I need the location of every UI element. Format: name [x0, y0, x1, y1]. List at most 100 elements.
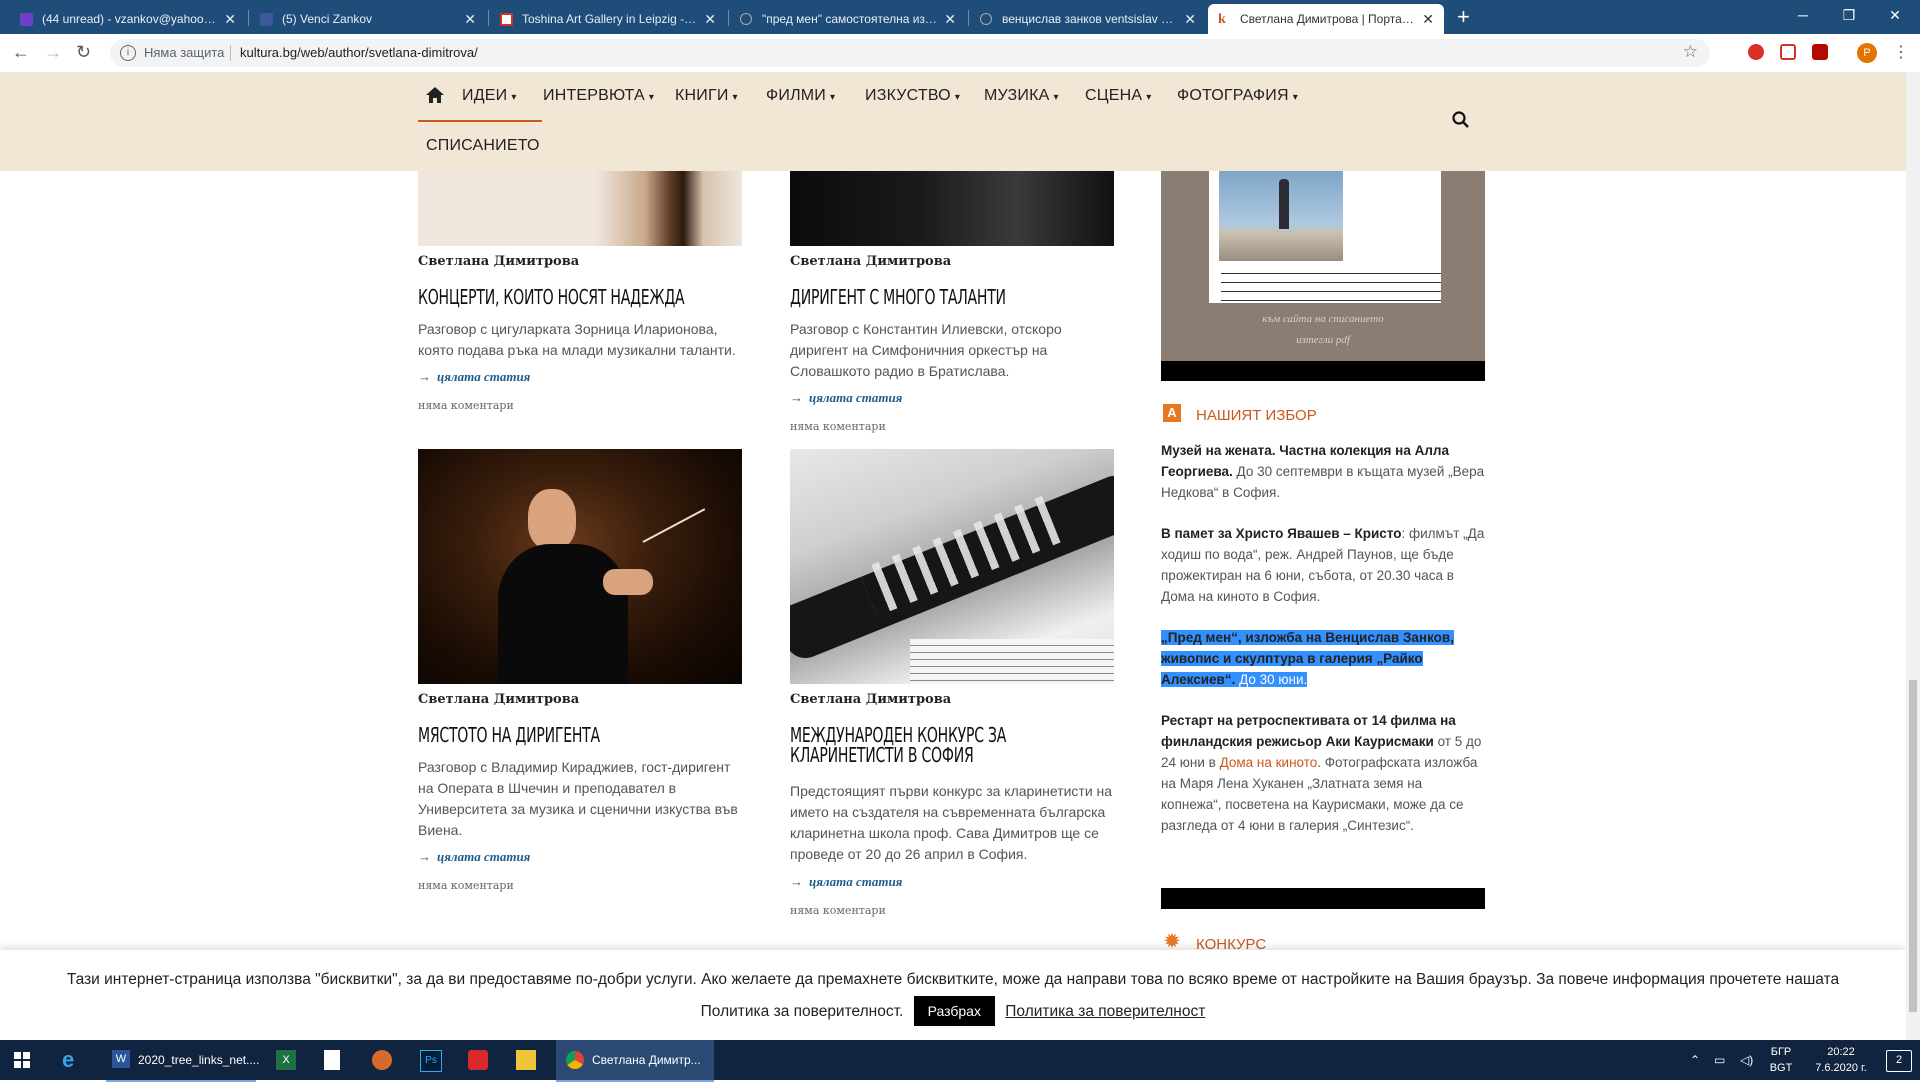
close-icon[interactable]: ✕: [1422, 4, 1434, 34]
article-author[interactable]: Светлана Димитрова: [418, 254, 579, 269]
read-more-link[interactable]: → цялата статия: [418, 369, 530, 385]
reload-icon[interactable]: ↻: [76, 42, 91, 63]
nav-item-music[interactable]: МУЗИКА ▾: [984, 76, 1059, 116]
security-status: Няма защита: [144, 45, 225, 60]
article-title[interactable]: Концерти, които носят надежда: [418, 287, 738, 307]
tab-gmail[interactable]: Toshina Art Gallery in Leipzig - vz ✕: [490, 4, 726, 34]
nav-item-stage[interactable]: СЦЕНА ▾: [1085, 76, 1152, 116]
our-choice-item[interactable]: В памет за Христо Явашев – Кристо: филмъ…: [1161, 523, 1486, 607]
read-more-label: цялата статия: [437, 369, 531, 384]
article-excerpt: Разговор с Константин Илиевски, отскоро …: [790, 321, 1062, 379]
article-image-conductor-baton[interactable]: [418, 449, 742, 684]
comments-count[interactable]: няма коментари: [418, 399, 514, 412]
extension-adblock-icon[interactable]: [1748, 44, 1764, 60]
article-excerpt: Предстоящият първи конкурс за кларинетис…: [790, 783, 1113, 862]
excel-icon[interactable]: X: [276, 1050, 296, 1070]
nav-item-films[interactable]: ФИЛМИ ▾: [766, 76, 835, 116]
comments-count[interactable]: няма коментари: [790, 420, 886, 433]
restore-icon[interactable]: ❐: [1826, 2, 1872, 28]
close-icon[interactable]: ✕: [704, 4, 716, 34]
clock[interactable]: 20:22 7.6.2020 г.: [1806, 1044, 1876, 1076]
tab-kultura-active[interactable]: k Светлана Димитрова | Портал з ✕: [1208, 4, 1444, 34]
nav-item-art[interactable]: ИЗКУСТВО ▾: [865, 76, 960, 116]
close-icon[interactable]: ✕: [464, 4, 476, 34]
speaker-icon[interactable]: ◁): [1740, 1052, 1753, 1068]
network-icon[interactable]: ▭: [1714, 1052, 1725, 1068]
article-author[interactable]: Светлана Димитрова: [790, 254, 951, 269]
article-excerpt: Разговор с Владимир Кираджиев, гост-дири…: [418, 759, 738, 838]
taskbar-label: 2020_tree_links_net....: [138, 1053, 260, 1067]
article-author[interactable]: Светлана Димитрова: [790, 692, 951, 707]
notifications-icon[interactable]: 2: [1886, 1050, 1912, 1072]
comments-count[interactable]: няма коментари: [418, 879, 514, 892]
our-choice-item[interactable]: Рестарт на ретроспективата от 14 филма н…: [1161, 710, 1486, 836]
tab-yahoo-mail[interactable]: (44 unread) - vzankov@yahoo.com ✕: [10, 4, 246, 34]
taskbar-chrome-window[interactable]: Светлана Димитр...: [556, 1040, 714, 1082]
magazine-site-link[interactable]: към сайта на списанието: [1161, 313, 1485, 325]
item-link[interactable]: Дома на киното: [1220, 755, 1318, 770]
close-icon[interactable]: ✕: [224, 4, 236, 34]
close-icon[interactable]: ✕: [1184, 4, 1196, 34]
windows-taskbar: e W 2020_tree_links_net.... X Ps Светлан…: [0, 1040, 1920, 1082]
chevron-down-icon: ▾: [1292, 92, 1298, 103]
pdf-editor-icon[interactable]: [468, 1050, 488, 1070]
language-indicator[interactable]: БГР BGT: [1766, 1044, 1796, 1076]
article-title[interactable]: Диригент с много таланти: [790, 287, 1110, 307]
page-scrollbar[interactable]: [1906, 72, 1920, 1040]
forward-icon[interactable]: →: [44, 42, 62, 63]
bookmark-star-icon[interactable]: ☆: [1683, 42, 1698, 62]
privacy-policy-link[interactable]: Политика за поверителност: [1005, 1003, 1205, 1020]
nav-item-photography[interactable]: ФОТОГРАФИЯ ▾: [1177, 76, 1298, 116]
gmail-icon: [500, 13, 513, 26]
read-more-link[interactable]: → цялата статия: [418, 849, 530, 865]
address-bar[interactable]: i Няма защита kultura.bg/web/author/svet…: [110, 39, 1710, 67]
scrollbar-thumb[interactable]: [1909, 680, 1917, 1012]
article-image-violinist[interactable]: [418, 171, 742, 246]
back-icon[interactable]: ←: [12, 42, 30, 63]
photoshop-icon[interactable]: Ps: [420, 1050, 442, 1072]
menu-kebab-icon[interactable]: ⋮: [1893, 42, 1909, 62]
accept-cookies-button[interactable]: Разбрах: [913, 996, 995, 1026]
url-text[interactable]: kultura.bg/web/author/svetlana-dimitrova…: [240, 45, 478, 60]
article-image-clarinet[interactable]: [790, 449, 1114, 684]
file-icon[interactable]: [324, 1050, 340, 1070]
nav-item-ideas[interactable]: ИДЕИ ▾: [462, 76, 517, 116]
kultura-logo-icon: k: [1218, 12, 1226, 27]
nav-item-interviews[interactable]: ИНТЕРВЮТА ▾: [543, 76, 654, 116]
windows-start-icon[interactable]: [14, 1052, 30, 1068]
tray-expand-icon[interactable]: ⌃: [1690, 1052, 1700, 1068]
new-tab-button[interactable]: +: [1457, 4, 1470, 30]
comments-count[interactable]: няма коментари: [790, 904, 886, 917]
minimize-icon[interactable]: ─: [1780, 2, 1826, 28]
magazine-cover-banner[interactable]: към сайта на списанието изтегли pdf: [1161, 171, 1485, 381]
article-title[interactable]: Мястото на диригента: [418, 725, 738, 745]
home-icon[interactable]: [425, 86, 445, 104]
close-window-icon[interactable]: ✕: [1872, 2, 1918, 28]
read-more-link[interactable]: → цялата статия: [790, 874, 902, 890]
extension-pocket-icon[interactable]: [1780, 44, 1796, 60]
chrome-icon: [566, 1051, 584, 1069]
chevron-down-icon: ▾: [1146, 92, 1152, 103]
extension-acrobat-icon[interactable]: [1812, 44, 1828, 60]
tab-google-search-1[interactable]: "пред мен" самостоятелна изло ✕: [730, 4, 966, 34]
firefox-icon[interactable]: [372, 1050, 392, 1070]
taskbar-word-window[interactable]: W 2020_tree_links_net....: [106, 1040, 260, 1082]
nav-item-magazine[interactable]: СПИСАНИЕТО: [426, 126, 540, 166]
tab-facebook[interactable]: (5) Venci Zankov ✕: [250, 4, 486, 34]
article-image-conductor-portrait[interactable]: [790, 171, 1114, 246]
tab-google-search-2[interactable]: венцислав занков ventsislav zan ✕: [970, 4, 1206, 34]
close-icon[interactable]: ✕: [944, 4, 956, 34]
article-title[interactable]: Международен конкурс за кларинетисти в С…: [790, 725, 1040, 765]
our-choice-item-selected[interactable]: „Пред мен“, изложба на Венцислав Занков,…: [1161, 627, 1486, 690]
article-author[interactable]: Светлана Димитрова: [418, 692, 579, 707]
nav-item-books[interactable]: КНИГИ ▾: [675, 76, 738, 116]
our-choice-item[interactable]: Музей на жената. Частна колекция на Алла…: [1161, 440, 1486, 503]
info-icon[interactable]: i: [120, 45, 136, 61]
folder-icon[interactable]: [516, 1050, 536, 1070]
search-icon[interactable]: [1451, 110, 1471, 130]
read-more-link[interactable]: → цялата статия: [790, 390, 902, 406]
tab-label: "пред мен" самостоятелна изло: [762, 12, 938, 26]
edge-icon[interactable]: e: [62, 1040, 74, 1080]
magazine-pdf-link[interactable]: изтегли pdf: [1161, 334, 1485, 346]
profile-avatar[interactable]: P: [1857, 43, 1877, 63]
